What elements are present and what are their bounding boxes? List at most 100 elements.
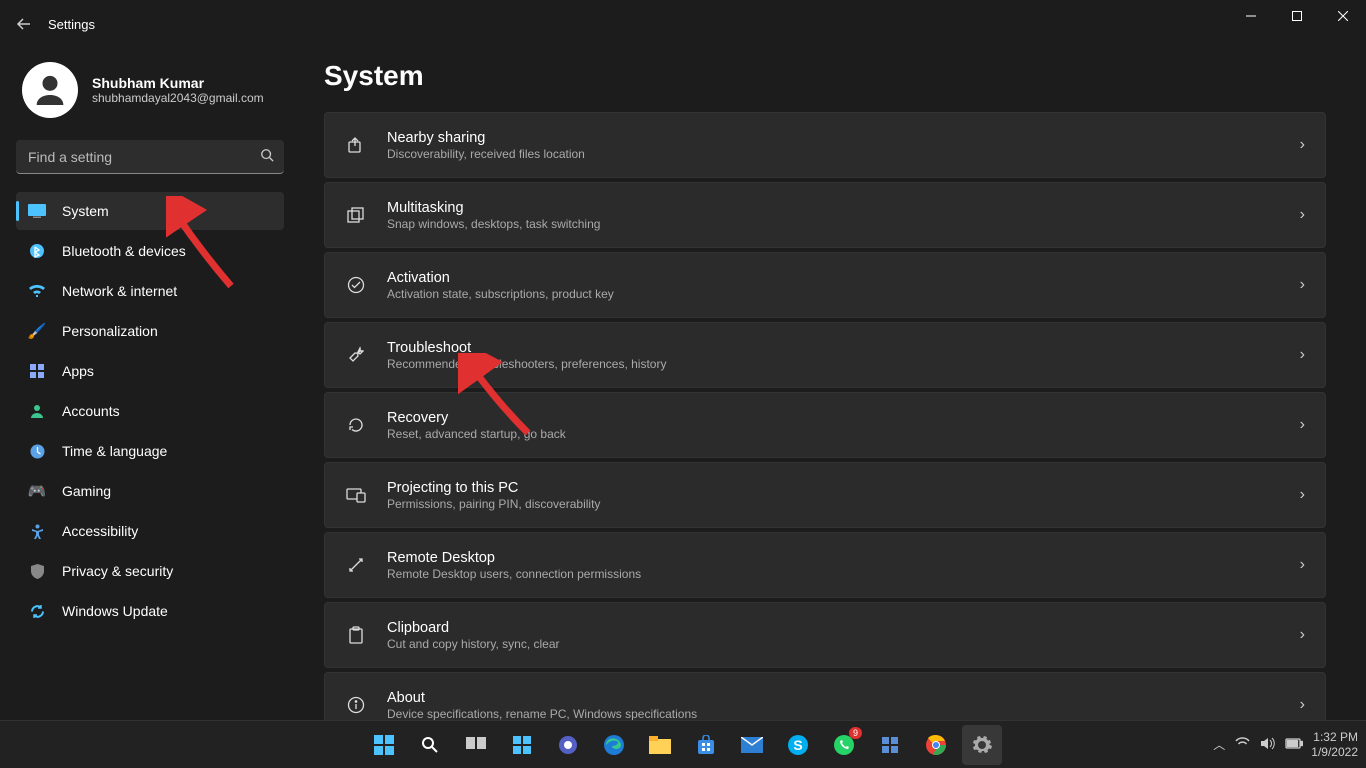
accessibility-icon bbox=[28, 522, 46, 540]
nav-item-time[interactable]: Time & language bbox=[16, 432, 284, 470]
whatsapp-button[interactable] bbox=[824, 725, 864, 765]
chevron-right-icon: › bbox=[1300, 556, 1305, 574]
search-container bbox=[16, 140, 284, 174]
remote-icon bbox=[345, 556, 367, 574]
taskbar-center: S bbox=[364, 725, 1002, 765]
nav-item-update[interactable]: Windows Update bbox=[16, 592, 284, 630]
nav-label: Privacy & security bbox=[62, 563, 173, 579]
task-view-button[interactable] bbox=[456, 725, 496, 765]
nav-label: Bluetooth & devices bbox=[62, 243, 186, 259]
nav-item-network[interactable]: Network & internet bbox=[16, 272, 284, 310]
taskbar-search-button[interactable] bbox=[410, 725, 450, 765]
card-desc: Cut and copy history, sync, clear bbox=[387, 637, 1300, 651]
nav-label: Apps bbox=[62, 363, 94, 379]
nav-label: Gaming bbox=[62, 483, 111, 499]
minimize-button[interactable] bbox=[1228, 0, 1274, 32]
chevron-up-icon[interactable]: ︿ bbox=[1213, 736, 1225, 753]
clipboard-icon bbox=[345, 626, 367, 644]
card-desc: Activation state, subscriptions, product… bbox=[387, 287, 1300, 301]
mail-button[interactable] bbox=[732, 725, 772, 765]
chevron-right-icon: › bbox=[1300, 346, 1305, 364]
card-desc: Reset, advanced startup, go back bbox=[387, 427, 1300, 441]
maximize-button[interactable] bbox=[1274, 0, 1320, 32]
settings-list: Nearby sharingDiscoverability, received … bbox=[324, 112, 1326, 720]
chevron-right-icon: › bbox=[1300, 626, 1305, 644]
chevron-right-icon: › bbox=[1300, 136, 1305, 154]
card-activation[interactable]: ActivationActivation state, subscription… bbox=[324, 252, 1326, 318]
avatar bbox=[22, 62, 78, 118]
card-title: Clipboard bbox=[387, 620, 1300, 636]
app-button[interactable] bbox=[870, 725, 910, 765]
wifi-tray-icon[interactable] bbox=[1235, 737, 1250, 752]
bluetooth-icon bbox=[28, 242, 46, 260]
system-tray[interactable]: ︿ 1:32 PM 1/9/2022 bbox=[1213, 730, 1358, 759]
skype-button[interactable]: S bbox=[778, 725, 818, 765]
gaming-icon: 🎮 bbox=[28, 482, 46, 500]
battery-tray-icon[interactable] bbox=[1285, 738, 1303, 752]
card-title: Nearby sharing bbox=[387, 130, 1300, 146]
chevron-right-icon: › bbox=[1300, 486, 1305, 504]
card-title: Projecting to this PC bbox=[387, 480, 1300, 496]
start-button[interactable] bbox=[364, 725, 404, 765]
card-recovery[interactable]: RecoveryReset, advanced startup, go back… bbox=[324, 392, 1326, 458]
apps-icon bbox=[28, 362, 46, 380]
back-button[interactable] bbox=[4, 4, 44, 44]
card-troubleshoot[interactable]: TroubleshootRecommended troubleshooters,… bbox=[324, 322, 1326, 388]
card-clipboard[interactable]: ClipboardCut and copy history, sync, cle… bbox=[324, 602, 1326, 668]
settings-button[interactable] bbox=[962, 725, 1002, 765]
wrench-icon bbox=[345, 346, 367, 364]
person-icon bbox=[28, 402, 46, 420]
card-title: Troubleshoot bbox=[387, 340, 1300, 356]
nav-item-accounts[interactable]: Accounts bbox=[16, 392, 284, 430]
check-icon bbox=[345, 276, 367, 294]
search-icon bbox=[260, 148, 274, 167]
widgets-button[interactable] bbox=[502, 725, 542, 765]
card-projecting[interactable]: Projecting to this PCPermissions, pairin… bbox=[324, 462, 1326, 528]
chrome-button[interactable] bbox=[916, 725, 956, 765]
shield-icon bbox=[28, 562, 46, 580]
search-input[interactable] bbox=[16, 140, 284, 174]
card-desc: Remote Desktop users, connection permiss… bbox=[387, 567, 1300, 581]
title-bar: Settings bbox=[0, 0, 1366, 48]
nav-label: Accessibility bbox=[62, 523, 138, 539]
card-desc: Device specifications, rename PC, Window… bbox=[387, 707, 1300, 721]
card-title: About bbox=[387, 690, 1300, 706]
card-remote-desktop[interactable]: Remote DesktopRemote Desktop users, conn… bbox=[324, 532, 1326, 598]
card-about[interactable]: AboutDevice specifications, rename PC, W… bbox=[324, 672, 1326, 720]
svg-text:S: S bbox=[793, 737, 802, 753]
store-button[interactable] bbox=[686, 725, 726, 765]
chevron-right-icon: › bbox=[1300, 416, 1305, 434]
display-icon bbox=[28, 202, 46, 220]
clock-time: 1:32 PM bbox=[1311, 730, 1358, 744]
nav-item-apps[interactable]: Apps bbox=[16, 352, 284, 390]
edge-button[interactable] bbox=[594, 725, 634, 765]
recovery-icon bbox=[345, 416, 367, 434]
nav-item-privacy[interactable]: Privacy & security bbox=[16, 552, 284, 590]
card-multitasking[interactable]: MultitaskingSnap windows, desktops, task… bbox=[324, 182, 1326, 248]
nav-item-bluetooth[interactable]: Bluetooth & devices bbox=[16, 232, 284, 270]
user-name: Shubham Kumar bbox=[92, 75, 264, 91]
taskbar-clock[interactable]: 1:32 PM 1/9/2022 bbox=[1311, 730, 1358, 759]
nav-item-gaming[interactable]: 🎮 Gaming bbox=[16, 472, 284, 510]
nav-list: System Bluetooth & devices Network & int… bbox=[16, 192, 284, 630]
close-button[interactable] bbox=[1320, 0, 1366, 32]
card-title: Activation bbox=[387, 270, 1300, 286]
card-desc: Discoverability, received files location bbox=[387, 147, 1300, 161]
nav-item-system[interactable]: System bbox=[16, 192, 284, 230]
nav-label: Windows Update bbox=[62, 603, 168, 619]
window-title: Settings bbox=[48, 17, 95, 32]
card-title: Multitasking bbox=[387, 200, 1300, 216]
nav-item-accessibility[interactable]: Accessibility bbox=[16, 512, 284, 550]
project-icon bbox=[345, 487, 367, 503]
volume-tray-icon[interactable] bbox=[1260, 737, 1275, 753]
chevron-right-icon: › bbox=[1300, 696, 1305, 714]
card-nearby-sharing[interactable]: Nearby sharingDiscoverability, received … bbox=[324, 112, 1326, 178]
clock-date: 1/9/2022 bbox=[1311, 745, 1358, 759]
nav-label: Time & language bbox=[62, 443, 167, 459]
multitask-icon bbox=[345, 207, 367, 223]
page-title: System bbox=[324, 60, 1326, 92]
explorer-button[interactable] bbox=[640, 725, 680, 765]
nav-item-personalization[interactable]: 🖌️ Personalization bbox=[16, 312, 284, 350]
user-profile[interactable]: Shubham Kumar shubhamdayal2043@gmail.com bbox=[16, 58, 284, 134]
teams-button[interactable] bbox=[548, 725, 588, 765]
